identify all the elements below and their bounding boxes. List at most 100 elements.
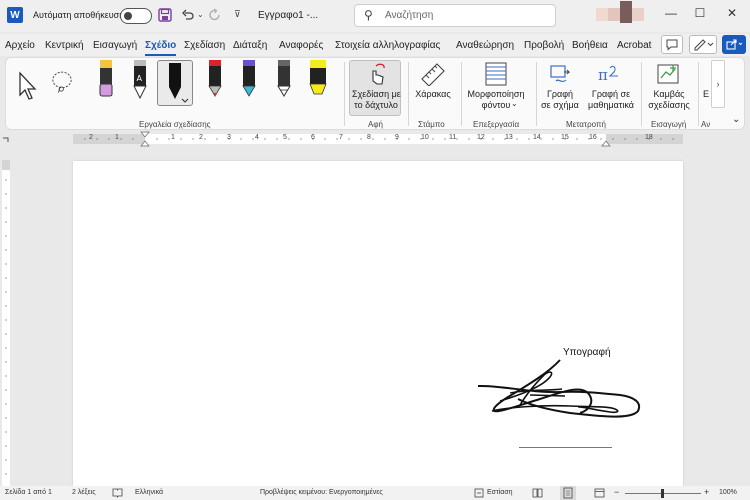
group-label-touch: Αφή xyxy=(368,120,383,129)
ruler-number: 14 xyxy=(533,134,541,141)
zoom-level[interactable]: 100% xyxy=(719,489,737,496)
group-label-insert: Εισαγωγή xyxy=(651,120,687,129)
ruler-number: 12 xyxy=(477,134,485,141)
close-icon[interactable]: ✕ xyxy=(722,6,742,20)
toggle-knob xyxy=(124,12,132,20)
drawing-canvas-label-1[interactable]: Καμβάς xyxy=(644,89,694,100)
zoom-in-button[interactable]: + xyxy=(704,487,709,497)
ink-to-math-label-1[interactable]: Γραφή σε xyxy=(584,89,638,100)
maximize-icon[interactable]: ☐ xyxy=(690,6,710,20)
title-bar: W Αυτόματη αποθήκευση ⌄ ⊽ Εγγραφο1 -... … xyxy=(0,0,750,32)
ruler-icon[interactable] xyxy=(420,62,446,86)
draw-ribbon: A Εργαλεία σχεδίασης Σχεδίαση με το δάχτ… xyxy=(5,57,745,130)
avatar xyxy=(620,1,632,23)
ruler-number: 10 xyxy=(421,134,429,141)
collapse-ribbon-icon[interactable]: ⌄ xyxy=(732,114,740,125)
tab-home[interactable]: Κεντρική xyxy=(45,40,84,51)
focus-icon[interactable] xyxy=(474,488,484,498)
group-divider xyxy=(641,62,642,126)
zoom-out-button[interactable]: − xyxy=(614,487,619,497)
proofing-book-icon[interactable] xyxy=(112,488,123,498)
tab-mailings[interactable]: Στοιχεία αλληλογραφίας xyxy=(335,40,440,51)
drawing-canvas-icon[interactable] xyxy=(656,62,682,86)
language-indicator[interactable]: Ελληνικά xyxy=(135,489,163,496)
format-background-icon[interactable] xyxy=(485,62,507,86)
vertical-ruler[interactable] xyxy=(0,160,12,490)
pencil-tool-icon[interactable]: A xyxy=(128,60,152,100)
svg-text:A: A xyxy=(137,74,143,83)
group-label-drawing-tools: Εργαλεία σχεδίασης xyxy=(139,120,211,129)
pen-icon xyxy=(169,63,189,103)
undo-dropdown-icon[interactable]: ⌄ xyxy=(197,10,204,19)
ribbon-tabs: Αρχείο Κεντρική Εισαγωγή Σχέδιο Σχεδίαση… xyxy=(0,34,750,56)
tab-view[interactable]: Προβολή xyxy=(524,40,564,51)
draw-with-finger-label-1: Σχεδίαση με xyxy=(352,89,401,99)
group-divider xyxy=(344,62,345,126)
ruler-label[interactable]: Χάρακας xyxy=(412,89,454,100)
ruler-number: 9 xyxy=(395,134,399,141)
tab-help[interactable]: Βοήθεια xyxy=(572,40,608,51)
ruler-ticks xyxy=(3,131,683,147)
undo-icon[interactable] xyxy=(181,8,195,22)
read-mode-icon[interactable] xyxy=(532,488,543,498)
draw-with-finger-button[interactable]: Σχεδίαση με το δάχτυλο xyxy=(349,60,401,116)
ink-to-shape-label-1[interactable]: Γραφή xyxy=(538,89,582,100)
handwritten-signature[interactable] xyxy=(470,355,650,425)
chevron-down-icon[interactable]: ⌄ xyxy=(511,99,518,108)
document-page[interactable] xyxy=(73,161,683,486)
tab-references[interactable]: Αναφορές xyxy=(279,40,323,51)
share-icon xyxy=(726,39,743,50)
tab-layout[interactable]: Διάταξη xyxy=(233,40,267,51)
ink-to-math-label-2[interactable]: μαθηματικά xyxy=(584,100,638,111)
tab-insert[interactable]: Εισαγωγή xyxy=(93,40,137,51)
redo-icon[interactable] xyxy=(208,8,222,22)
autosave-toggle[interactable] xyxy=(120,8,152,24)
highlighter-icon[interactable] xyxy=(306,60,330,100)
draw-with-finger-label-2: το δάχτυλο xyxy=(354,100,398,110)
tab-draw[interactable]: Σχέδιο xyxy=(145,40,177,56)
group-label-convert: Μετατροπή xyxy=(566,120,606,129)
ink-to-shape-icon[interactable] xyxy=(548,62,572,86)
galaxy-pen-icon[interactable] xyxy=(237,60,261,100)
select-pointer-icon[interactable] xyxy=(16,66,40,106)
tab-review[interactable]: Αναθεώρηση xyxy=(456,40,514,51)
text-predictions-status[interactable]: Προβλέψεις κειμένου: Ενεργοποιημένες xyxy=(260,489,383,496)
red-pen-icon[interactable] xyxy=(203,60,227,100)
customize-toolbar-icon[interactable]: ⊽ xyxy=(234,9,241,20)
minimize-icon[interactable]: — xyxy=(661,6,681,20)
drawing-canvas-label-2[interactable]: σχεδίασης xyxy=(644,100,694,111)
focus-mode-button[interactable]: Εστίαση xyxy=(487,489,513,496)
format-background-label-1[interactable]: Μορφοποίηση xyxy=(464,89,528,100)
ruler-number: 1 xyxy=(115,134,119,141)
ruler-number: 2 xyxy=(199,134,203,141)
share-button[interactable] xyxy=(722,35,746,54)
eraser-icon[interactable] xyxy=(94,60,118,100)
zoom-slider-thumb[interactable] xyxy=(661,489,664,498)
page-count[interactable]: Σελίδα 1 από 1 xyxy=(5,489,52,496)
black-pen-tool[interactable] xyxy=(157,60,193,106)
ruler-number: 4 xyxy=(255,134,259,141)
save-icon[interactable] xyxy=(158,8,172,22)
web-layout-icon[interactable] xyxy=(594,488,605,498)
ruler-number: 1 xyxy=(171,134,175,141)
ink-to-math-icon[interactable]: π xyxy=(596,62,622,86)
tab-acrobat[interactable]: Acrobat xyxy=(617,40,651,51)
search-box[interactable]: ⚲ Αναζήτηση xyxy=(354,4,556,27)
gray-pen-icon[interactable] xyxy=(272,60,296,100)
ribbon-scroll-right-button[interactable]: › xyxy=(711,60,725,108)
tab-design[interactable]: Σχεδίαση xyxy=(184,40,225,51)
horizontal-ruler[interactable]: 2 1 1 2 3 4 5 6 7 8 9 10 11 12 13 14 15 … xyxy=(0,131,750,147)
comments-button[interactable] xyxy=(661,35,683,54)
pencil-icon xyxy=(694,39,714,51)
lasso-select-icon[interactable] xyxy=(50,62,74,102)
editing-mode-button[interactable] xyxy=(689,35,717,54)
tab-file[interactable]: Αρχείο xyxy=(5,40,35,51)
ruler-number: 18 xyxy=(645,134,653,141)
avatar[interactable] xyxy=(596,8,608,21)
word-count[interactable]: 2 λέξεις xyxy=(72,489,96,496)
print-layout-button[interactable] xyxy=(560,486,576,500)
ruler-number: 16 xyxy=(589,134,597,141)
ink-to-shape-label-2[interactable]: σε σχήμα xyxy=(538,100,582,111)
format-background-label-2[interactable]: φόντου xyxy=(464,100,528,111)
group-divider xyxy=(536,62,537,126)
